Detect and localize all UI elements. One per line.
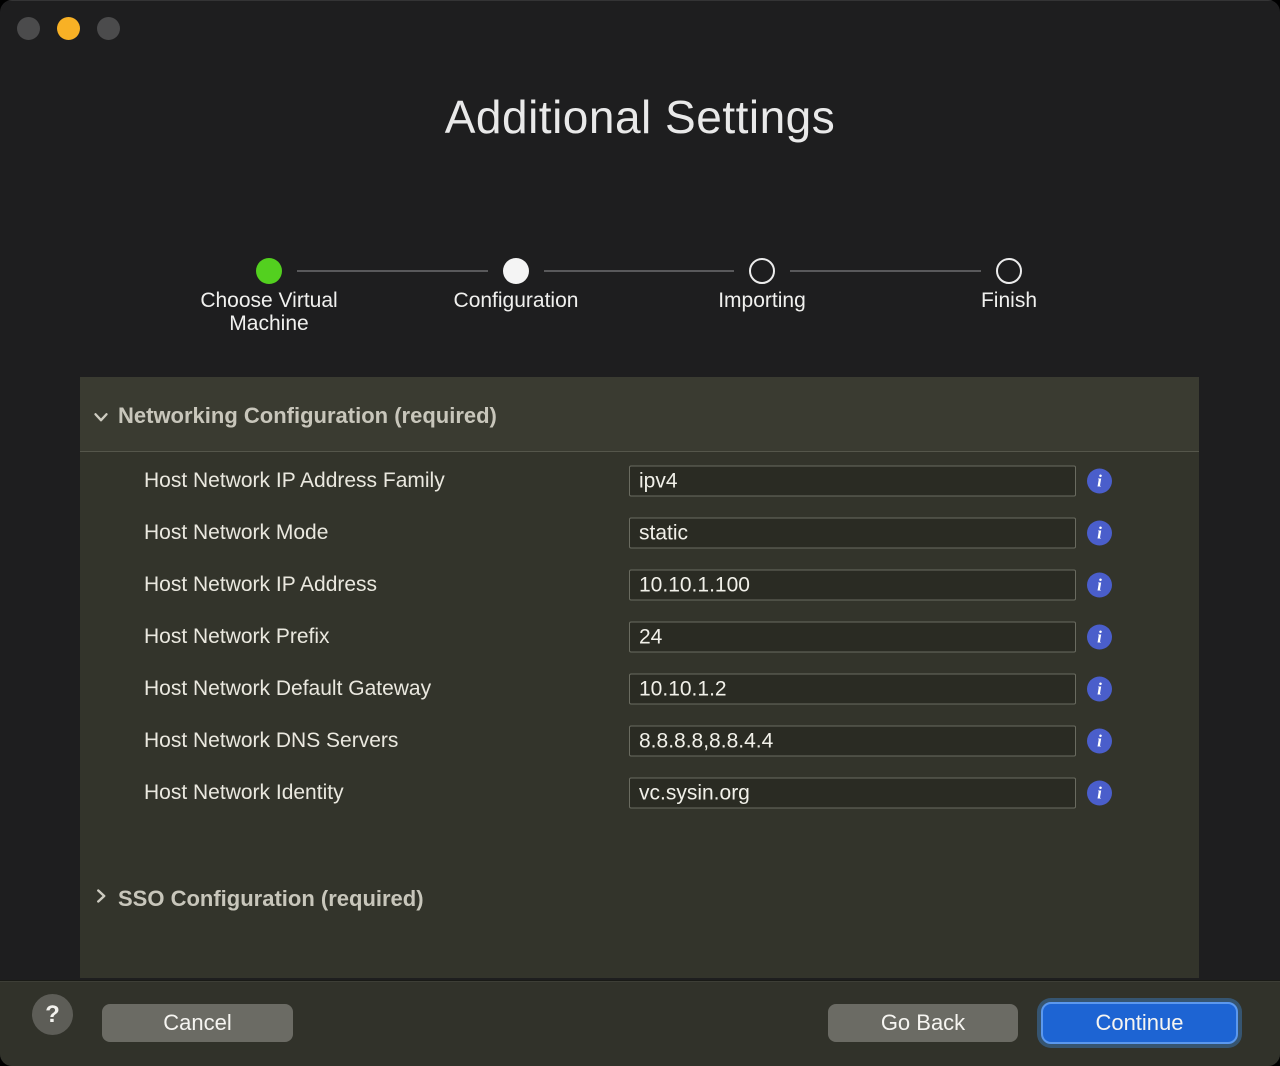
step-label-importing: Importing xyxy=(652,289,872,312)
close-window-button[interactable] xyxy=(17,17,40,40)
minimize-window-button[interactable] xyxy=(57,17,80,40)
step-connector xyxy=(790,270,981,272)
continue-button[interactable]: Continue xyxy=(1041,1002,1238,1044)
sso-section-title: SSO Configuration (required) xyxy=(118,886,424,912)
settings-panel: Networking Configuration (required) Host… xyxy=(80,377,1199,978)
form-row-host-network-prefix: Host Network Prefix i xyxy=(80,611,1199,663)
host-network-dns-servers-input[interactable] xyxy=(629,726,1076,757)
field-label: Host Network Prefix xyxy=(144,625,330,649)
zoom-window-button[interactable] xyxy=(97,17,120,40)
help-button[interactable]: ? xyxy=(32,994,73,1035)
wizard-window: Additional Settings Choose Virtual Machi… xyxy=(0,0,1280,1066)
info-icon[interactable]: i xyxy=(1087,781,1112,806)
step-dot-choose-virtual-machine xyxy=(256,258,282,284)
info-icon[interactable]: i xyxy=(1087,677,1112,702)
form-row-host-network-ip-address-family: Host Network IP Address Family i xyxy=(80,455,1199,507)
form-row-host-network-dns-servers: Host Network DNS Servers i xyxy=(80,715,1199,767)
field-label: Host Network Identity xyxy=(144,781,344,805)
form-row-host-network-default-gateway: Host Network Default Gateway i xyxy=(80,663,1199,715)
step-dot-importing xyxy=(749,258,775,284)
window-controls xyxy=(17,17,120,40)
field-label: Host Network DNS Servers xyxy=(144,729,398,753)
chevron-down-icon xyxy=(90,406,112,428)
field-label: Host Network Mode xyxy=(144,521,328,545)
go-back-button[interactable]: Go Back xyxy=(828,1004,1018,1042)
cancel-button[interactable]: Cancel xyxy=(102,1004,293,1042)
step-label-finish: Finish xyxy=(899,289,1119,312)
info-icon[interactable]: i xyxy=(1087,729,1112,754)
info-icon[interactable]: i xyxy=(1087,521,1112,546)
info-icon[interactable]: i xyxy=(1087,625,1112,650)
step-label-configuration: Configuration xyxy=(406,289,626,312)
step-dot-configuration xyxy=(503,258,529,284)
info-icon[interactable]: i xyxy=(1087,469,1112,494)
host-network-identity-input[interactable] xyxy=(629,778,1076,809)
field-label: Host Network Default Gateway xyxy=(144,677,431,701)
networking-section-title: Networking Configuration (required) xyxy=(118,403,497,429)
footer-bar: ? Cancel Go Back Continue xyxy=(0,980,1280,1066)
host-network-ip-address-family-input[interactable] xyxy=(629,466,1076,497)
page-title: Additional Settings xyxy=(0,90,1280,144)
form-row-host-network-ip-address: Host Network IP Address i xyxy=(80,559,1199,611)
form-row-host-network-identity: Host Network Identity i xyxy=(80,767,1199,819)
host-network-prefix-input[interactable] xyxy=(629,622,1076,653)
host-network-default-gateway-input[interactable] xyxy=(629,674,1076,705)
step-connector xyxy=(544,270,734,272)
networking-section-header: Networking Configuration (required) xyxy=(80,377,1199,452)
form-row-host-network-mode: Host Network Mode i xyxy=(80,507,1199,559)
chevron-right-icon xyxy=(90,885,112,912)
host-network-mode-input[interactable] xyxy=(629,518,1076,549)
networking-section-toggle[interactable]: Networking Configuration (required) xyxy=(90,403,497,429)
step-label-choose-virtual-machine: Choose Virtual Machine xyxy=(199,289,339,335)
sso-section-toggle[interactable]: SSO Configuration (required) xyxy=(90,885,424,912)
field-label: Host Network IP Address xyxy=(144,573,377,597)
step-connector xyxy=(297,270,488,272)
field-label: Host Network IP Address Family xyxy=(144,469,445,493)
info-icon[interactable]: i xyxy=(1087,573,1112,598)
host-network-ip-address-input[interactable] xyxy=(629,570,1076,601)
step-dot-finish xyxy=(996,258,1022,284)
